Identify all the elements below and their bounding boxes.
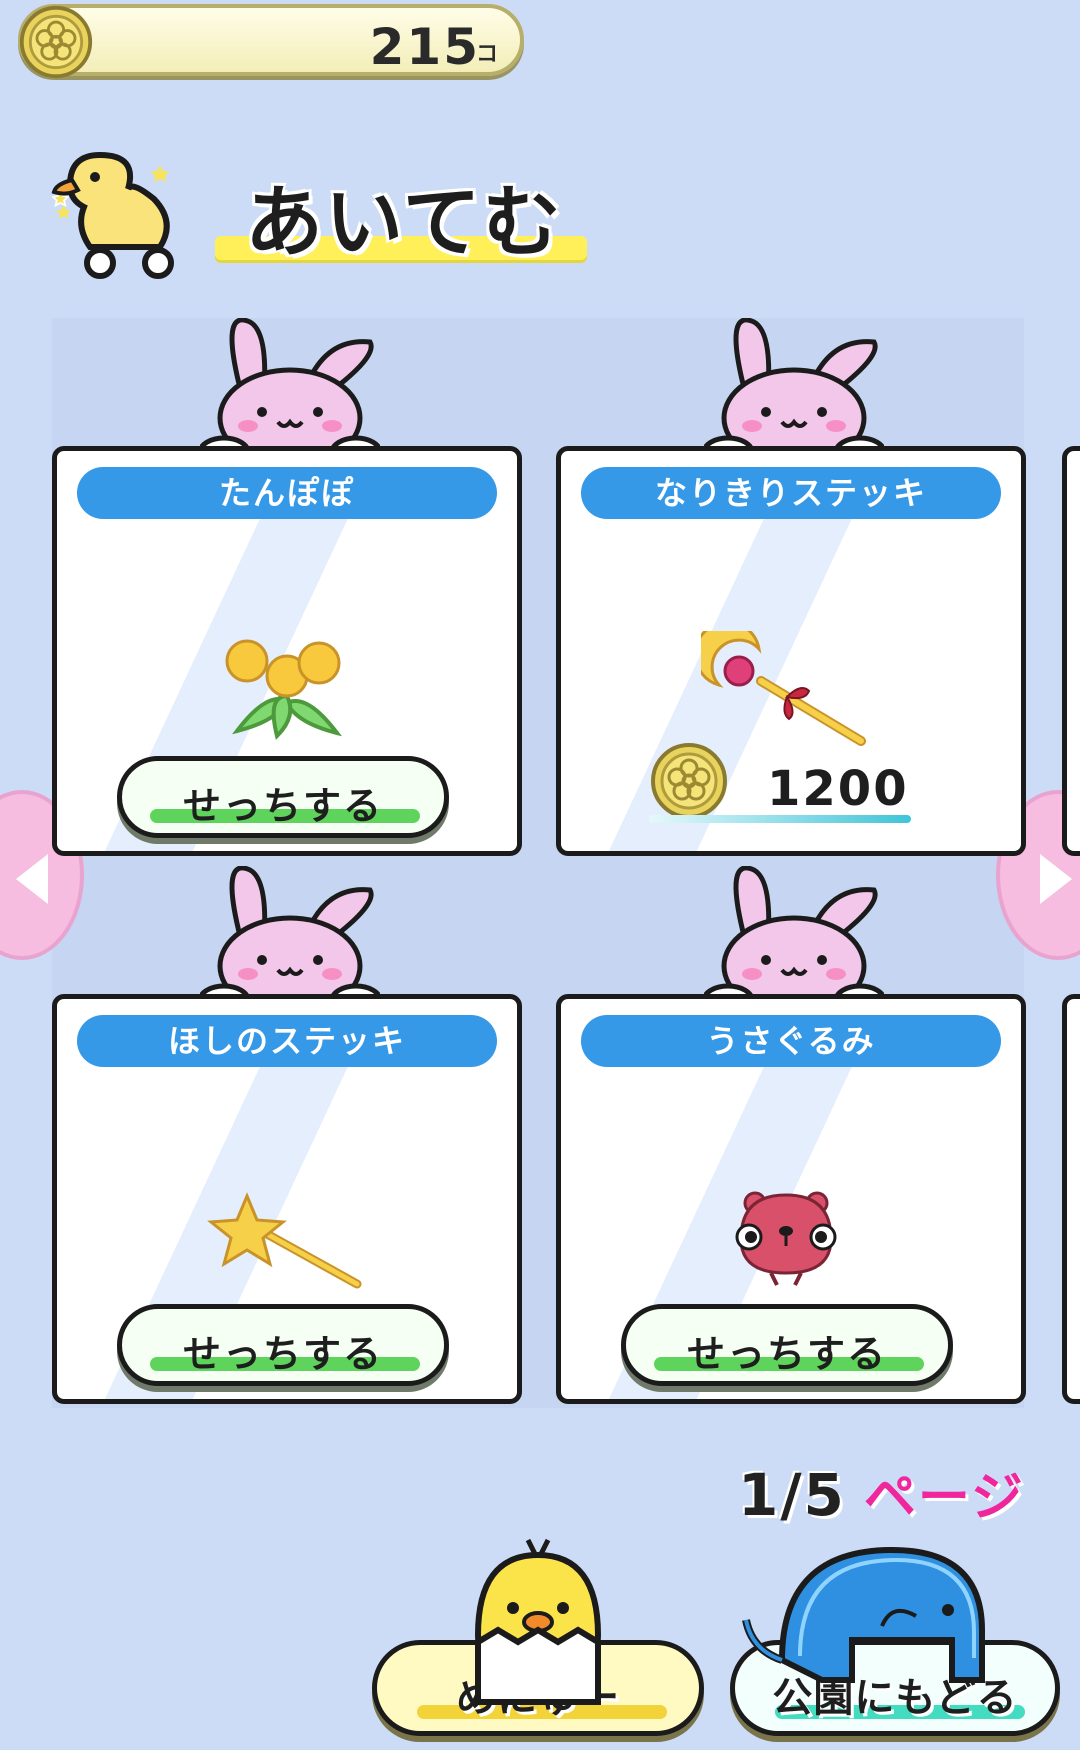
- next-card-peek: [1062, 994, 1080, 1404]
- red-plush-icon: [735, 1191, 837, 1286]
- item-card: なりきりステッキ 1200: [556, 446, 1026, 856]
- elephant-slide-icon: [742, 1546, 985, 1683]
- coin-icon: [19, 5, 93, 79]
- bunny-icon: [200, 866, 380, 1006]
- place-button[interactable]: せっちする: [621, 1304, 953, 1386]
- item-card: たんぽぽ せっちする: [52, 446, 522, 856]
- page-indicator: 1/5 ページ: [738, 1455, 1058, 1529]
- item-name: うさぐるみ: [581, 1015, 1001, 1067]
- duck-icon: [51, 151, 174, 279]
- dandelion-icon: [225, 639, 342, 740]
- bunny-icon: [704, 866, 884, 1006]
- place-button-label: せっちする: [182, 784, 383, 828]
- page-label: ページ: [863, 1468, 1025, 1528]
- next-card-peek: [1062, 446, 1080, 856]
- page-number: 1/5: [738, 1461, 846, 1529]
- place-button-label: せっちする: [182, 1332, 383, 1376]
- price-tag: 1200: [649, 741, 989, 841]
- item-card: ほしのステッキ せっちする: [52, 994, 522, 1404]
- place-button[interactable]: せっちする: [117, 1304, 449, 1386]
- coin-count: 215: [369, 18, 480, 76]
- item-name: たんぽぽ: [77, 467, 497, 519]
- place-button[interactable]: せっちする: [117, 756, 449, 838]
- coin-icon: [651, 743, 727, 819]
- item-name: ほしのステッキ: [77, 1015, 497, 1067]
- item-price: 1200: [767, 761, 909, 817]
- title-text: あいてむ: [245, 178, 563, 268]
- star-wand-icon: [207, 1192, 362, 1289]
- bunny-icon: [704, 318, 884, 458]
- coin-counter: 215 コ: [18, 4, 524, 79]
- place-button-label: せっちする: [686, 1332, 887, 1376]
- page-title: あいてむ: [215, 160, 587, 268]
- bunny-icon: [200, 318, 380, 458]
- coin-unit: コ: [475, 42, 498, 67]
- item-card: うさぐるみ せっちする: [556, 994, 1026, 1404]
- item-name: なりきりステッキ: [581, 467, 1001, 519]
- chick-icon: [474, 1538, 602, 1705]
